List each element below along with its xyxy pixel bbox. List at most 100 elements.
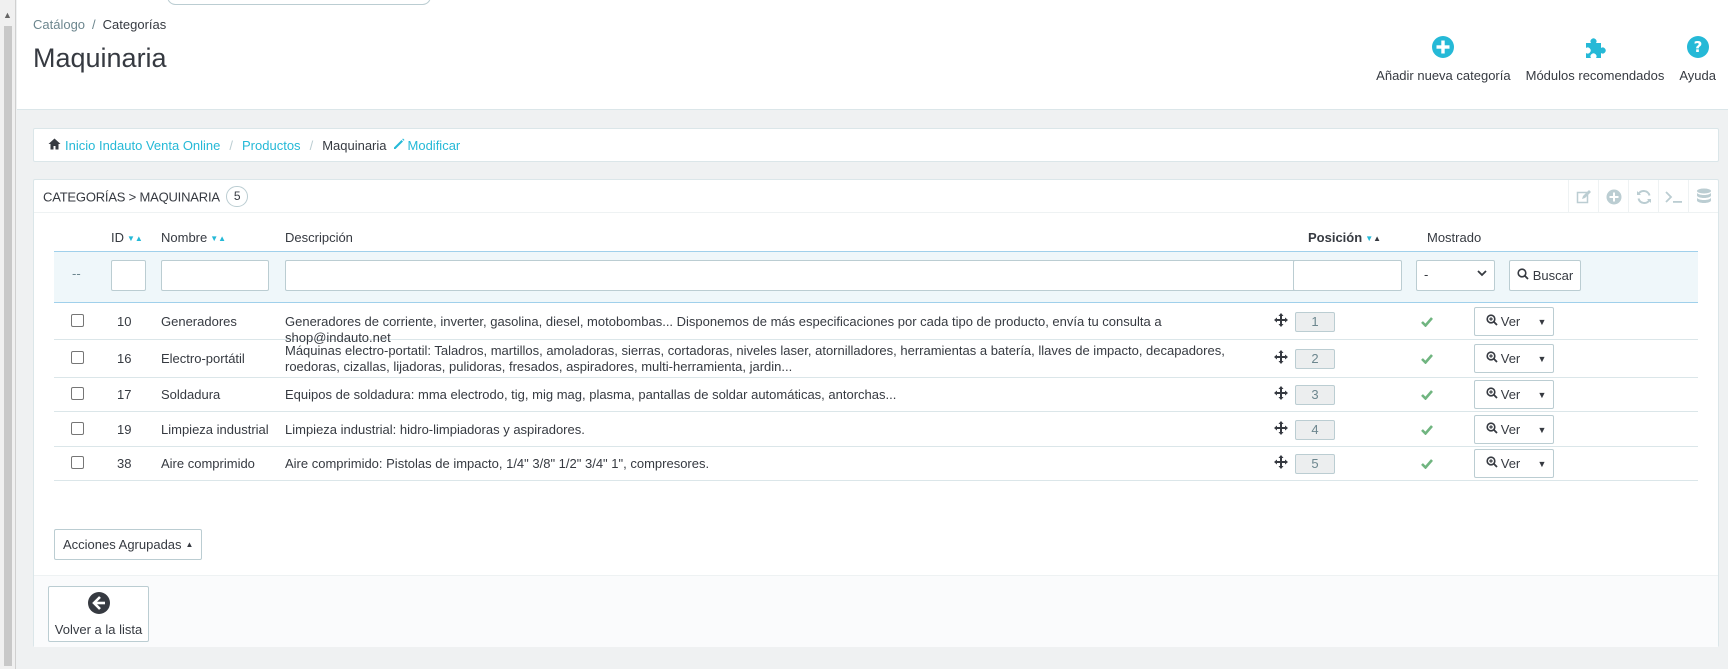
arrow-left-circle-icon	[87, 591, 111, 618]
search-icon	[1517, 268, 1529, 283]
zoom-in-icon	[1486, 351, 1498, 366]
view-button[interactable]: Ver ▼	[1474, 344, 1554, 373]
view-button-label: Ver	[1500, 314, 1521, 329]
check-icon[interactable]	[1421, 422, 1433, 439]
col-name[interactable]: Nombre ▼▲	[161, 230, 226, 245]
row-name: Aire comprimido	[161, 456, 255, 471]
row-checkbox[interactable]	[71, 387, 84, 400]
row-checkbox[interactable]	[71, 351, 84, 364]
view-button-label: Ver	[1500, 456, 1521, 471]
caret-down-icon[interactable]: ▼	[1531, 425, 1553, 435]
recommended-modules-label: Módulos recomendados	[1525, 68, 1665, 83]
drag-handle-icon[interactable]	[1274, 313, 1288, 331]
count-badge: 5	[225, 186, 249, 207]
filter-name-input[interactable]	[161, 260, 269, 291]
refresh-icon[interactable]	[1628, 180, 1658, 213]
caret-up-icon: ▲	[185, 540, 194, 549]
list-title: Categorías > Maquinaria 5	[43, 186, 249, 207]
recommended-modules-button[interactable]: Módulos recomendados	[1525, 32, 1665, 83]
view-button[interactable]: Ver ▼	[1474, 415, 1554, 444]
breadcrumb-products-link[interactable]: Productos	[242, 138, 301, 153]
table-row: 38 Aire comprimido Aire comprimido: Pistol…	[54, 447, 1698, 481]
caret-down-icon[interactable]: ▼	[1531, 459, 1553, 469]
filter-id-input[interactable]	[111, 260, 146, 291]
puzzle-icon	[1580, 32, 1610, 62]
sort-arrows-icon[interactable]: ▼▲	[210, 234, 226, 243]
edit-icon[interactable]	[1568, 180, 1598, 213]
col-description: Descripción	[285, 230, 353, 245]
row-id: 10	[117, 314, 132, 329]
row-name: Generadores	[161, 314, 237, 329]
list-title-text: Categorías > Maquinaria	[43, 189, 220, 205]
breadcrumb-catalog[interactable]: Catálogo	[33, 17, 85, 32]
check-icon[interactable]	[1421, 387, 1433, 404]
header-search-input[interactable]	[167, 0, 431, 5]
col-id[interactable]: ID ▼▲	[111, 230, 143, 245]
sort-arrows-icon[interactable]: ▼▲	[127, 234, 143, 243]
category-breadcrumb-panel: Inicio Indauto Venta Online / Productos …	[33, 128, 1719, 162]
category-table: ID ▼▲ Nombre ▼▲ Descripción Posición ▼▲ Mos…	[54, 222, 1698, 481]
category-list-panel: Categorías > Maquinaria 5 ID ▼▲ Nombre ▼▲ D	[33, 179, 1719, 647]
caret-down-icon[interactable]: ▼	[1531, 354, 1553, 364]
breadcrumb-separator: /	[92, 17, 96, 32]
drag-handle-icon[interactable]	[1274, 350, 1288, 368]
filter-description-input[interactable]	[285, 260, 1376, 291]
view-button-main[interactable]: Ver	[1475, 351, 1531, 366]
row-checkbox[interactable]	[71, 314, 84, 327]
search-button[interactable]: Buscar	[1509, 260, 1581, 291]
caret-down-icon[interactable]: ▼	[1531, 390, 1553, 400]
table-row: 17 Soldadura Equipos de soldadura: mma ele…	[54, 378, 1698, 412]
row-description: Aire comprimido: Pistolas de impacto, 1/…	[285, 456, 710, 471]
view-button[interactable]: Ver ▼	[1474, 449, 1554, 478]
row-position: 1	[1295, 312, 1335, 332]
table-row: 19 Limpieza industrial Limpieza industrial…	[54, 412, 1698, 447]
pencil-icon[interactable]	[393, 138, 405, 153]
row-id: 38	[117, 456, 132, 471]
check-icon[interactable]	[1421, 314, 1433, 331]
view-button[interactable]: Ver ▼	[1474, 380, 1554, 409]
drag-handle-icon[interactable]	[1274, 421, 1288, 439]
check-icon[interactable]	[1421, 351, 1433, 368]
drag-handle-icon[interactable]	[1274, 455, 1288, 473]
add-category-button[interactable]: Añadir nueva categoría	[1376, 32, 1511, 83]
drag-handle-icon[interactable]	[1274, 386, 1288, 404]
view-button-main[interactable]: Ver	[1475, 422, 1531, 437]
home-icon	[48, 138, 61, 153]
view-button-main[interactable]: Ver	[1475, 456, 1531, 471]
row-description: Limpieza industrial: hidro-limpiadoras y…	[285, 422, 585, 437]
help-button[interactable]: ? Ayuda	[1679, 32, 1716, 83]
filter-row: -- - Buscar	[54, 251, 1698, 303]
col-position[interactable]: Posición ▼▲	[1308, 230, 1381, 245]
scrollbar-thumb[interactable]	[4, 26, 12, 666]
row-position: 3	[1295, 385, 1335, 405]
caret-down-icon[interactable]: ▼	[1531, 317, 1553, 327]
bulk-actions-button[interactable]: Acciones Agrupadas ▲	[54, 529, 203, 560]
search-button-label: Buscar	[1532, 268, 1574, 283]
view-button-main[interactable]: Ver	[1475, 387, 1531, 402]
database-icon[interactable]	[1688, 180, 1718, 213]
row-name: Limpieza industrial	[161, 422, 269, 437]
row-checkbox[interactable]	[71, 422, 84, 435]
filter-shown-select[interactable]: -	[1416, 260, 1495, 291]
list-tools	[1568, 180, 1718, 213]
filter-position-input[interactable]	[1293, 260, 1402, 291]
row-id: 19	[117, 422, 132, 437]
chevron-down-icon	[1477, 268, 1487, 281]
edit-category-link[interactable]: Modificar	[408, 138, 461, 153]
row-name: Soldadura	[161, 387, 221, 402]
table-row: 10 Generadores Generadores de corriente, i…	[54, 303, 1698, 345]
view-button-main[interactable]: Ver	[1475, 314, 1531, 329]
check-icon[interactable]	[1421, 456, 1433, 473]
filter-dash: --	[72, 266, 81, 281]
sql-terminal-icon[interactable]	[1658, 180, 1688, 213]
page-scrollbar[interactable]: ▲	[0, 0, 16, 669]
view-button[interactable]: Ver ▼	[1474, 307, 1554, 336]
sort-arrows-icon[interactable]: ▼▲	[1365, 234, 1381, 243]
breadcrumb-home-link[interactable]: Inicio Indauto Venta Online	[65, 138, 220, 153]
back-to-list-button[interactable]: Volver a la lista	[48, 586, 149, 642]
add-circle-icon[interactable]	[1598, 180, 1628, 213]
scroll-up-icon[interactable]: ▲	[3, 10, 12, 20]
table-row: 16 Electro-portátil Máquinas electro-porta…	[54, 340, 1698, 378]
zoom-in-icon	[1486, 387, 1498, 402]
row-checkbox[interactable]	[71, 456, 84, 469]
